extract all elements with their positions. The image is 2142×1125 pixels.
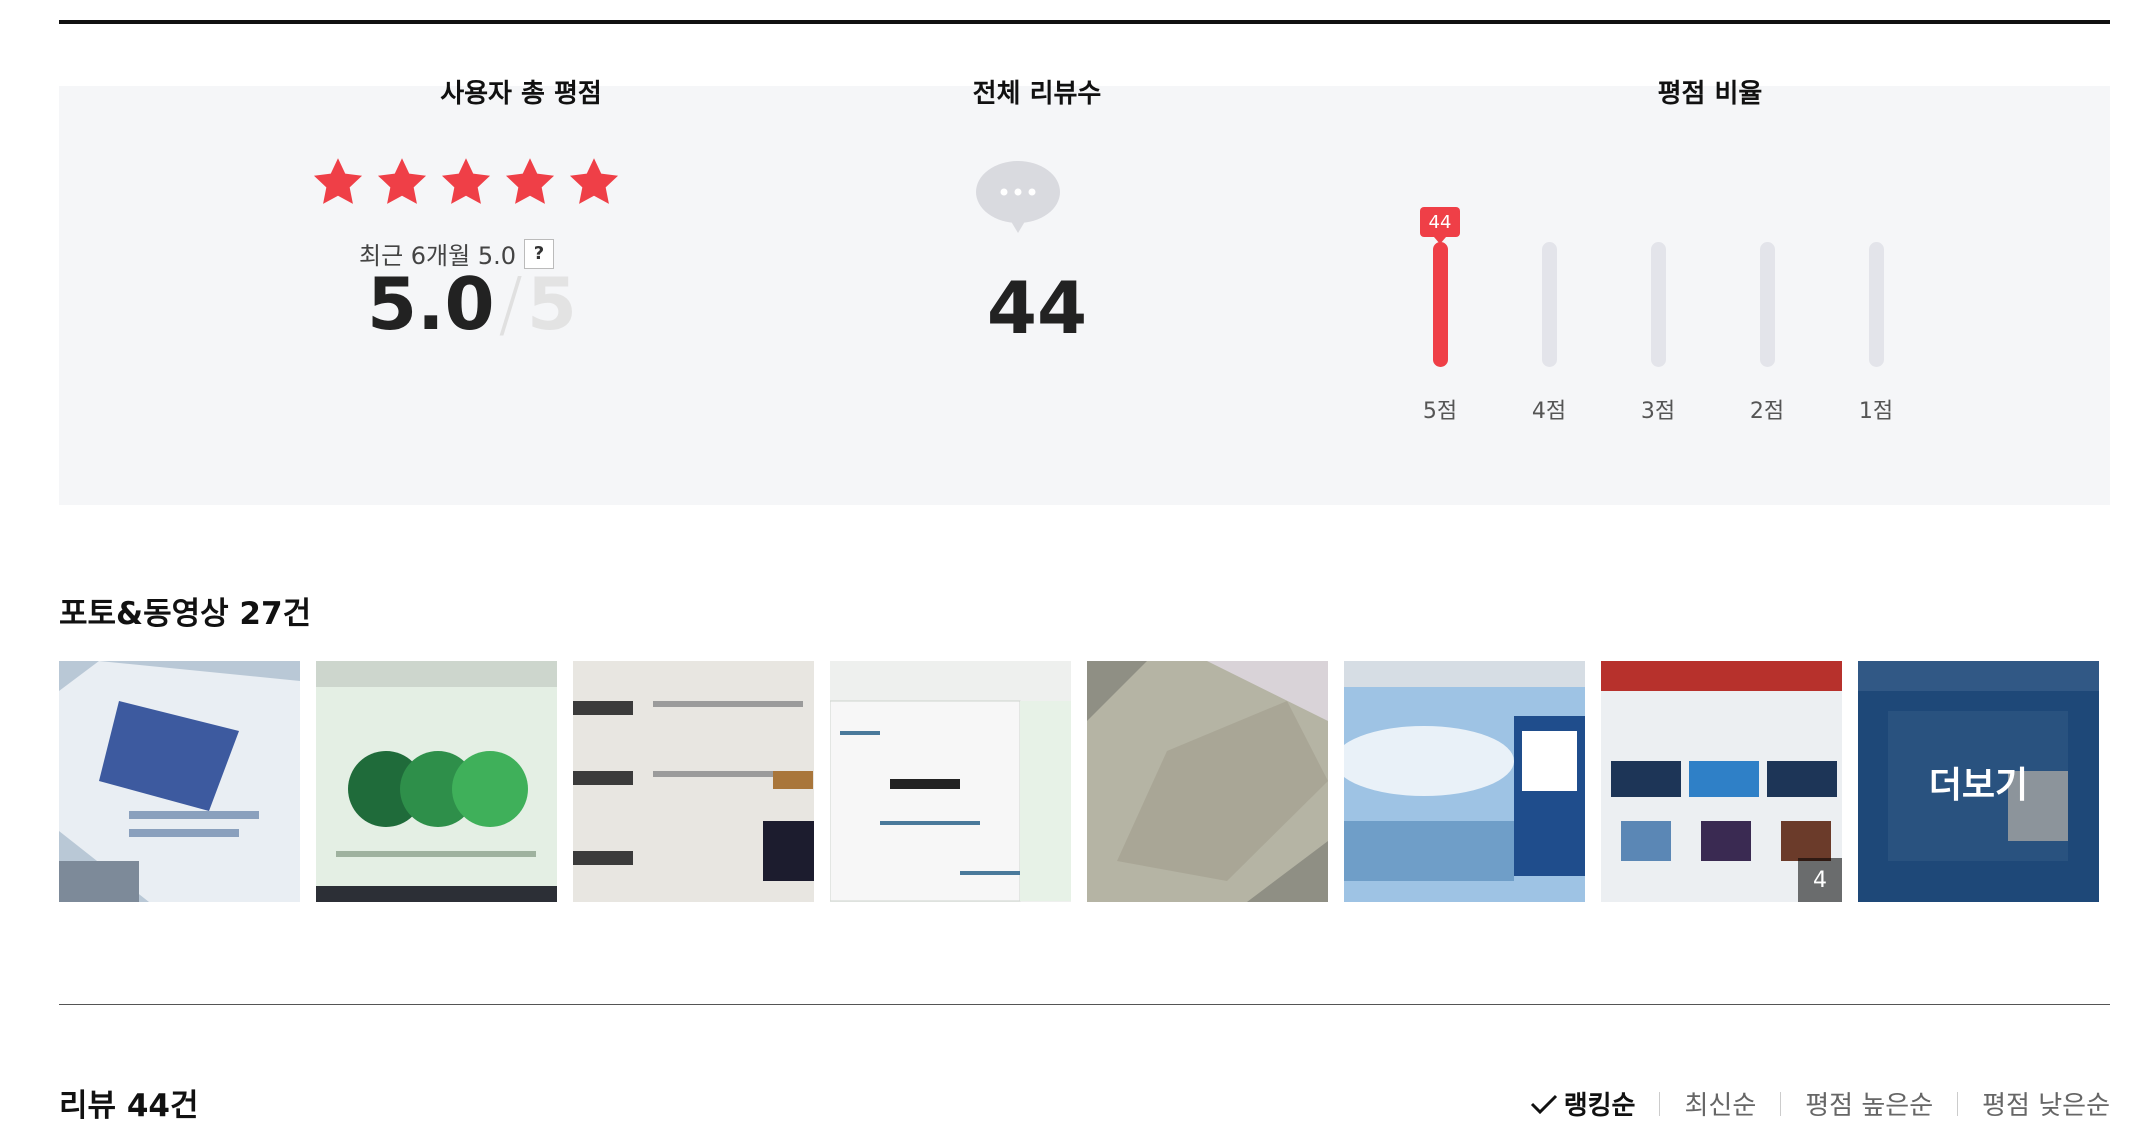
photo-thumbnail[interactable]: [1087, 661, 1328, 902]
sort-options: 랭킹순 최신순 평점 높은순 평점 낮은순: [1530, 1085, 2110, 1122]
photo-thumbnail[interactable]: [316, 661, 557, 902]
photo-thumbnails: 4 더보기: [59, 661, 2099, 902]
sort-latest[interactable]: 최신순: [1684, 1085, 1756, 1122]
photo-thumbnail[interactable]: [830, 661, 1071, 902]
sort-ranking[interactable]: 랭킹순: [1530, 1085, 1636, 1122]
star-icon: [438, 154, 494, 210]
more-photos-button[interactable]: 더보기: [1858, 661, 2099, 902]
sort-divider: [1780, 1091, 1782, 1116]
bar-label: 3점: [1640, 399, 1676, 424]
bar-label: 4점: [1531, 399, 1567, 424]
sort-divider: [1957, 1091, 1959, 1116]
rating-title: 사용자 총 평점: [440, 79, 602, 109]
sort-divider: [1659, 1091, 1661, 1116]
photo-thumbnail[interactable]: [59, 661, 300, 902]
bar-track: [1760, 242, 1775, 367]
bar-label: 1점: [1858, 399, 1894, 424]
bar-label: 5점: [1422, 399, 1458, 424]
photo-section-title: 포토&동영상 27건: [59, 596, 312, 632]
review-count-title: 전체 리뷰수: [972, 79, 1102, 109]
ratio-title: 평점 비율: [1657, 79, 1763, 109]
check-icon: [1530, 1094, 1557, 1114]
score-value: 5.0: [367, 262, 495, 346]
more-label: 더보기: [1858, 661, 2099, 902]
sort-rating-high[interactable]: 평점 높은순: [1805, 1085, 1933, 1122]
photo-thumbnail[interactable]: [573, 661, 814, 902]
review-section-title: 리뷰 44건: [59, 1088, 199, 1124]
star-icon: [502, 154, 558, 210]
rating-stars: [310, 154, 622, 210]
bar-track: [1651, 242, 1666, 367]
sort-rating-low[interactable]: 평점 낮은순: [1982, 1085, 2110, 1122]
bar-track: [1869, 242, 1884, 367]
photo-thumbnail[interactable]: 4: [1601, 661, 1842, 902]
score-separator: /: [498, 262, 523, 346]
star-icon: [310, 154, 366, 210]
bar-count-badge: 44: [1420, 207, 1460, 244]
photo-thumbnail[interactable]: [1344, 661, 1585, 902]
bar-label: 2점: [1749, 399, 1785, 424]
bar-track: [1542, 242, 1557, 367]
top-divider: [59, 20, 2110, 24]
star-icon: [566, 154, 622, 210]
bar-fill: [1433, 242, 1448, 367]
speech-bubble-icon: [976, 161, 1060, 233]
photo-count-badge: 4: [1798, 858, 1842, 902]
average-score: 5.0 / 5: [367, 268, 577, 340]
star-icon: [374, 154, 430, 210]
review-count: 44: [986, 266, 1088, 350]
section-divider: [59, 1004, 2110, 1005]
rating-distribution: 44 5점 4점 3점 2점 1점: [1400, 156, 2000, 436]
score-max: 5: [526, 262, 577, 346]
sort-ranking-label: 랭킹순: [1563, 1091, 1636, 1121]
